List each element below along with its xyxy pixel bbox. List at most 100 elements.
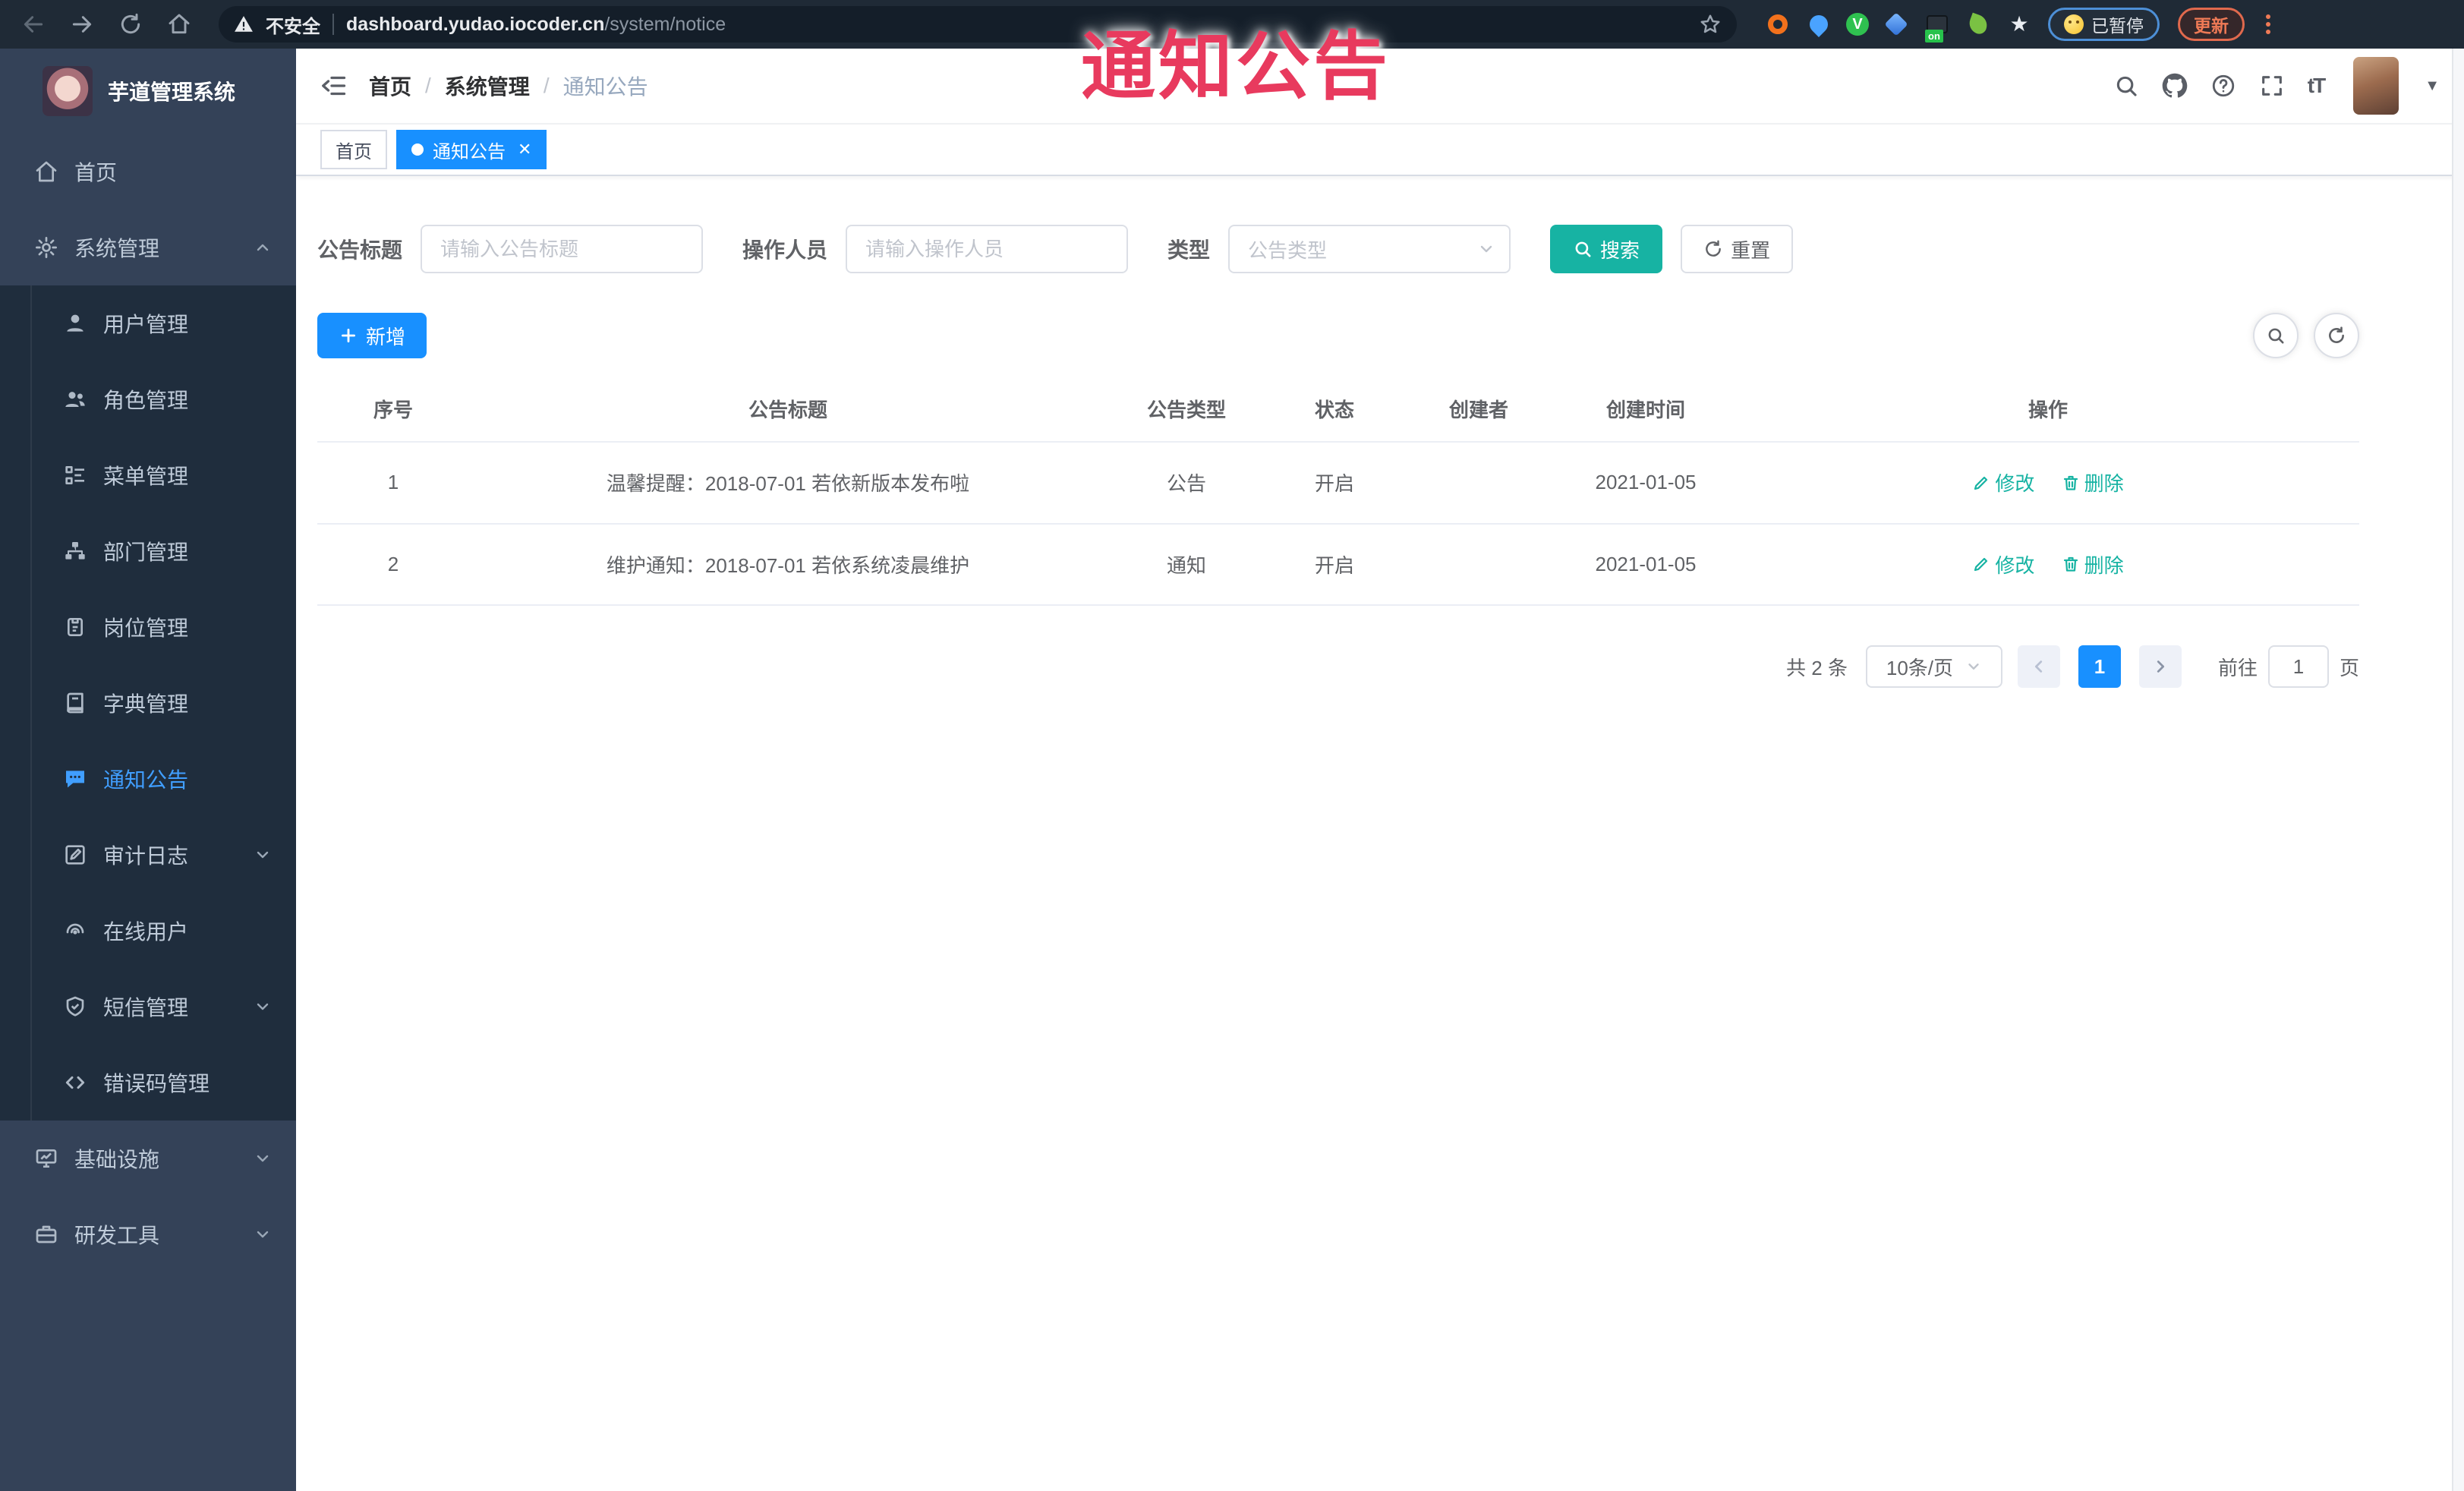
breadcrumb-separator: / [425,74,431,97]
page-unit-label: 页 [2339,656,2359,679]
active-dot [411,143,424,156]
sidebar-item-error-codes[interactable]: 错误码管理 [0,1045,296,1121]
github-icon[interactable] [2162,73,2188,99]
title-filter-input[interactable] [421,225,704,273]
sidebar-item-departments[interactable]: 部门管理 [0,513,296,589]
url-path: /system/notice [604,13,726,35]
back-icon[interactable] [12,3,55,46]
message-icon [62,766,88,792]
chevron-up-icon [254,238,272,257]
cell-no: 2 [317,523,469,606]
sidebar-item-infrastructure[interactable]: 基础设施 [0,1121,296,1196]
tab-home[interactable]: 首页 [320,130,387,169]
blue-diamond-extension-icon[interactable] [1883,11,1910,38]
sidebar-item-label: 通知公告 [103,768,189,792]
address-bar[interactable]: 不安全 dashboard.yudao.iocoder.cn/system/no… [219,6,1737,43]
table-tools [2253,313,2359,358]
delete-link[interactable]: 删除 [2062,468,2124,496]
type-select[interactable]: 公告类型 [1228,225,1511,273]
sidebar-item-menus[interactable]: 菜单管理 [0,437,296,513]
close-icon[interactable]: ✕ [518,141,531,158]
avatar[interactable] [2353,57,2399,115]
browser-menu-icon[interactable] [2257,14,2280,34]
prev-page-button[interactable] [2017,645,2060,688]
security-label[interactable]: 不安全 [266,11,320,38]
blue-pin-extension-icon[interactable] [1805,11,1832,38]
sidebar-menu: 首页 系统管理 用户管理 角色管理 菜单管理 部门管理 岗位管理 字典管理 通知… [0,134,296,1491]
forward-icon[interactable] [61,3,103,46]
breadcrumb-home[interactable]: 首页 [369,71,411,101]
goto-page-input[interactable] [2267,645,2329,688]
toggle-search-button[interactable] [2253,313,2299,358]
help-icon[interactable] [2210,73,2236,99]
sidebar-fold-icon[interactable] [320,72,348,99]
refresh-button[interactable] [2314,313,2359,358]
sidebar-item-notice[interactable]: 通知公告 [0,741,296,817]
sidebar-item-dictionary[interactable]: 字典管理 [0,665,296,741]
url-text[interactable]: dashboard.yudao.iocoder.cn/system/notice [346,14,1687,36]
logo-row[interactable]: 芋道管理系统 [0,49,296,134]
sidebar-item-online-users[interactable]: 在线用户 [0,893,296,969]
sidebar-item-label: 字典管理 [103,692,189,716]
monitor-icon [33,1146,59,1171]
sidebar-item-label: 部门管理 [103,541,189,564]
edit-link[interactable]: 修改 [1972,550,2034,578]
sidebar-item-dev-tools[interactable]: 研发工具 [0,1196,296,1272]
notice-table: 序号 公告标题 公告类型 状态 创建者 创建时间 操作 1 温馨提醒：2018-… [317,377,2359,606]
breadcrumb-system[interactable]: 系统管理 [445,71,530,101]
bookmark-star-icon[interactable] [1699,13,1722,36]
topbar-actions: tT ▼ [2113,57,2440,115]
goto-label: 前往 [2217,656,2258,679]
search-icon[interactable] [2113,73,2139,99]
white-star-extension-icon[interactable]: ★ [2006,11,2033,38]
sidebar-item-label: 基础设施 [74,1148,160,1171]
add-button[interactable]: 新增 [317,313,427,358]
sidebar-item-label: 菜单管理 [103,465,189,488]
tab-notice[interactable]: 通知公告 ✕ [396,130,547,169]
font-size-icon[interactable]: tT [2308,74,2326,98]
id-badge-icon [62,614,88,640]
fullscreen-icon[interactable] [2259,73,2285,99]
update-button[interactable]: 更新 [2178,8,2245,41]
next-page-button[interactable] [2138,645,2182,688]
sidebar-item-posts[interactable]: 岗位管理 [0,589,296,665]
gear-icon [33,235,59,260]
breadcrumb-current: 通知公告 [562,75,648,99]
caret-down-icon[interactable]: ▼ [2425,77,2440,95]
sidebar-item-system[interactable]: 系统管理 [0,210,296,285]
page-size-select[interactable]: 10条/页 [1865,645,2002,688]
chevron-down-icon [254,1225,272,1244]
extension-on-badge: on [1925,30,1943,43]
operator-filter-input[interactable] [846,225,1129,273]
sidebar-item-audit-log[interactable]: 审计日志 [0,817,296,893]
sidebar-item-label: 用户管理 [103,313,189,336]
orange-ring-extension-icon[interactable] [1764,11,1791,38]
home-nav-icon[interactable] [158,3,200,46]
cell-created: 2021-01-05 [1555,523,1737,606]
switch-extension-icon[interactable]: on [1924,11,1951,43]
sidebar-item-home[interactable]: 首页 [0,134,296,210]
cell-type: 通知 [1107,523,1266,606]
sidebar-item-users[interactable]: 用户管理 [0,285,296,361]
delete-link[interactable]: 删除 [2062,550,2124,578]
sidebar-item-label: 研发工具 [74,1224,160,1247]
home-icon [33,159,59,184]
green-leaf-extension-icon[interactable] [1965,11,1992,38]
security-warning-icon[interactable] [234,14,254,34]
chevron-down-icon [254,998,272,1016]
paused-chip[interactable]: 已暂停 [2048,8,2160,41]
page-scrollbar[interactable] [2452,49,2464,1491]
users-icon [62,386,88,412]
current-page-button[interactable]: 1 [2078,645,2121,688]
reset-button[interactable]: 重置 [1681,225,1794,273]
goto-page: 前往 页 [2218,645,2359,688]
reload-icon[interactable] [109,3,152,46]
search-button[interactable]: 搜索 [1550,225,1663,273]
sidebar-item-roles[interactable]: 角色管理 [0,361,296,437]
green-v-extension-icon[interactable]: V [1846,13,1869,36]
edit-link[interactable]: 修改 [1972,468,2034,496]
app-title: 芋道管理系统 [108,80,236,104]
cell-created: 2021-01-05 [1555,442,1737,525]
user-icon [62,310,88,336]
sidebar-item-sms[interactable]: 短信管理 [0,969,296,1045]
